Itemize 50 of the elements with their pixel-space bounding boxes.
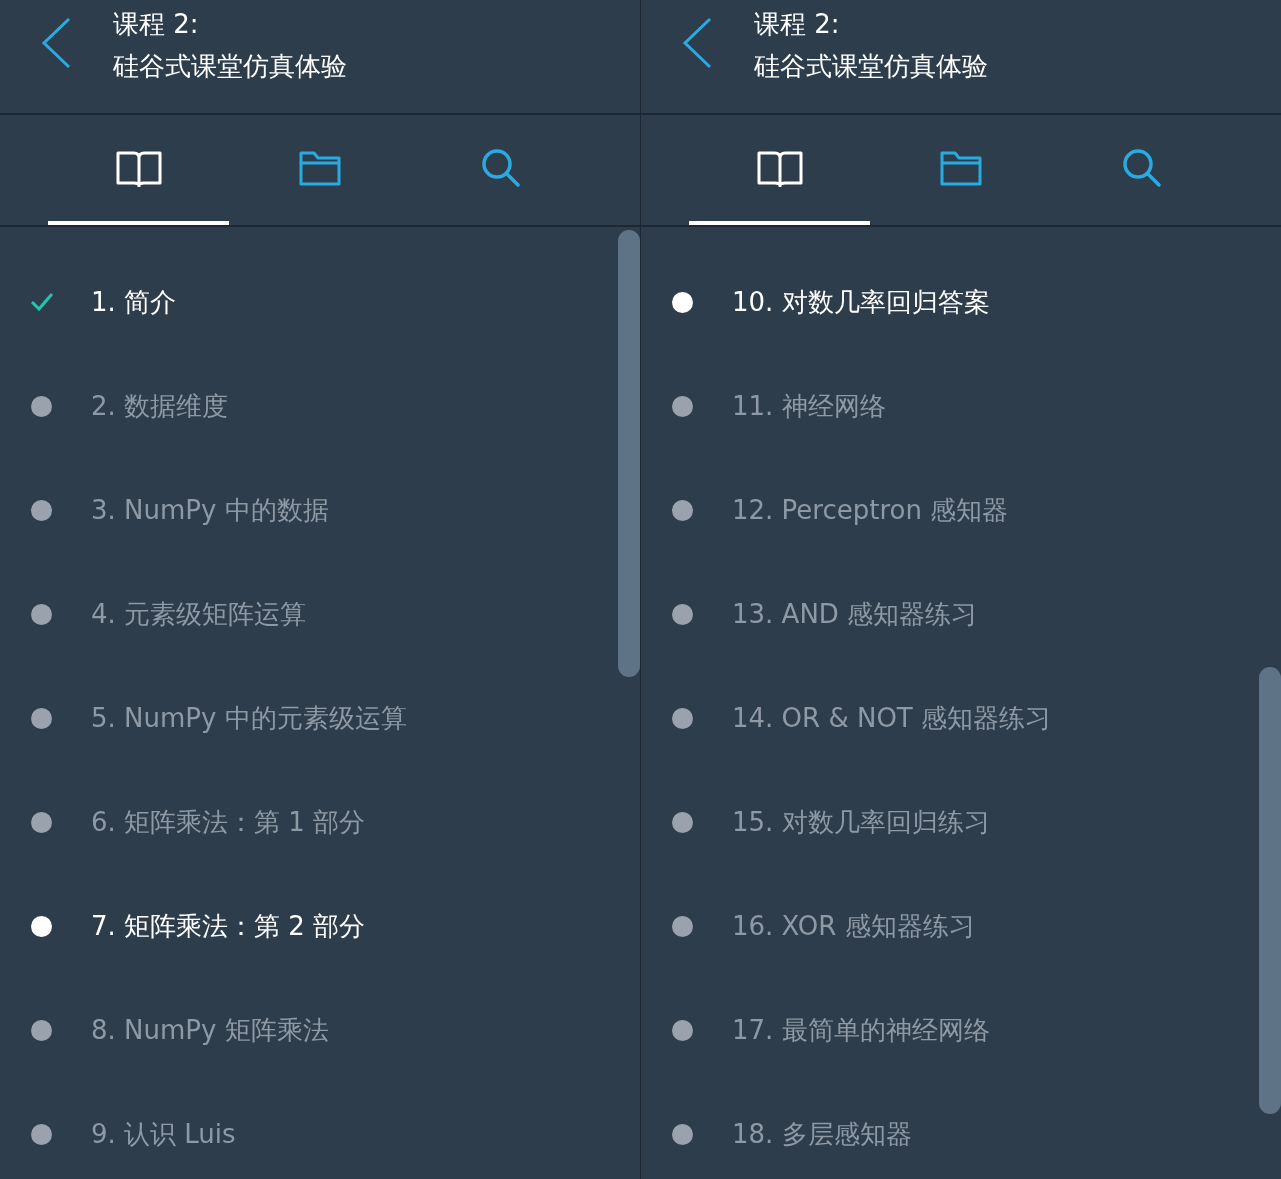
lesson-item[interactable]: 3. NumPy 中的数据	[0, 458, 618, 562]
lesson-item[interactable]: 18. 多层感知器	[641, 1082, 1259, 1179]
lesson-title: 16. XOR 感知器练习	[732, 909, 975, 943]
lesson-title: 12. Perceptron 感知器	[732, 493, 1009, 527]
lesson-title: 8. NumPy 矩阵乘法	[91, 1013, 329, 1047]
lesson-item[interactable]: 15. 对数几率回归练习	[641, 770, 1259, 874]
lesson-item[interactable]: 8. NumPy 矩阵乘法	[0, 978, 618, 1082]
course-number: 课程 2:	[113, 8, 200, 41]
lesson-item[interactable]: 17. 最简单的神经网络	[641, 978, 1259, 1082]
lesson-item[interactable]: 1. 简介	[0, 250, 618, 354]
lesson-item[interactable]: 2. 数据维度	[0, 354, 618, 458]
lesson-item[interactable]: 6. 矩阵乘法：第 1 部分	[0, 770, 618, 874]
lesson-item[interactable]: 11. 神经网络	[641, 354, 1259, 458]
lesson-item[interactable]: 9. 认识 Luis	[0, 1082, 618, 1179]
course-title: 硅谷式课堂仿真体验	[113, 50, 347, 83]
lesson-title: 6. 矩阵乘法：第 1 部分	[91, 805, 366, 839]
lesson-title: 15. 对数几率回归练习	[732, 805, 990, 839]
lesson-title: 7. 矩阵乘法：第 2 部分	[91, 909, 366, 943]
lesson-title: 13. AND 感知器练习	[732, 597, 978, 631]
lesson-title: 14. OR & NOT 感知器练习	[732, 701, 1051, 735]
lesson-title: 11. 神经网络	[732, 389, 886, 423]
lesson-title: 5. NumPy 中的元素级运算	[91, 701, 407, 735]
scrollbar-thumb[interactable]	[618, 230, 640, 677]
lesson-title: 18. 多层感知器	[732, 1117, 912, 1151]
lesson-title: 10. 对数几率回归答案	[732, 285, 990, 319]
lesson-item[interactable]: 14. OR & NOT 感知器练习	[641, 666, 1259, 770]
lesson-item[interactable]: 13. AND 感知器练习	[641, 562, 1259, 666]
lesson-title: 17. 最简单的神经网络	[732, 1013, 990, 1047]
folder-icon	[298, 150, 341, 186]
lesson-item[interactable]: 10. 对数几率回归答案	[641, 250, 1259, 354]
book-icon	[756, 149, 803, 187]
lesson-title: 2. 数据维度	[91, 389, 229, 423]
search-icon	[480, 148, 521, 188]
course-number: 课程 2:	[754, 8, 841, 41]
lesson-title: 4. 元素级矩阵运算	[91, 597, 307, 631]
folder-icon	[939, 150, 982, 186]
lesson-item[interactable]: 4. 元素级矩阵运算	[0, 562, 618, 666]
lesson-title: 3. NumPy 中的数据	[91, 493, 329, 527]
lesson-item[interactable]: 12. Perceptron 感知器	[641, 458, 1259, 562]
course-title: 硅谷式课堂仿真体验	[754, 50, 988, 83]
book-icon	[115, 149, 162, 187]
scrollbar-thumb[interactable]	[1259, 667, 1281, 1114]
lesson-title: 1. 简介	[91, 285, 177, 319]
back-icon	[681, 17, 713, 69]
lesson-title: 9. 认识 Luis	[91, 1117, 236, 1151]
back-icon	[40, 17, 72, 69]
lesson-item[interactable]: 5. NumPy 中的元素级运算	[0, 666, 618, 770]
lesson-item[interactable]: 16. XOR 感知器练习	[641, 874, 1259, 978]
search-icon	[1121, 148, 1162, 188]
lesson-item[interactable]: 7. 矩阵乘法：第 2 部分	[0, 874, 618, 978]
